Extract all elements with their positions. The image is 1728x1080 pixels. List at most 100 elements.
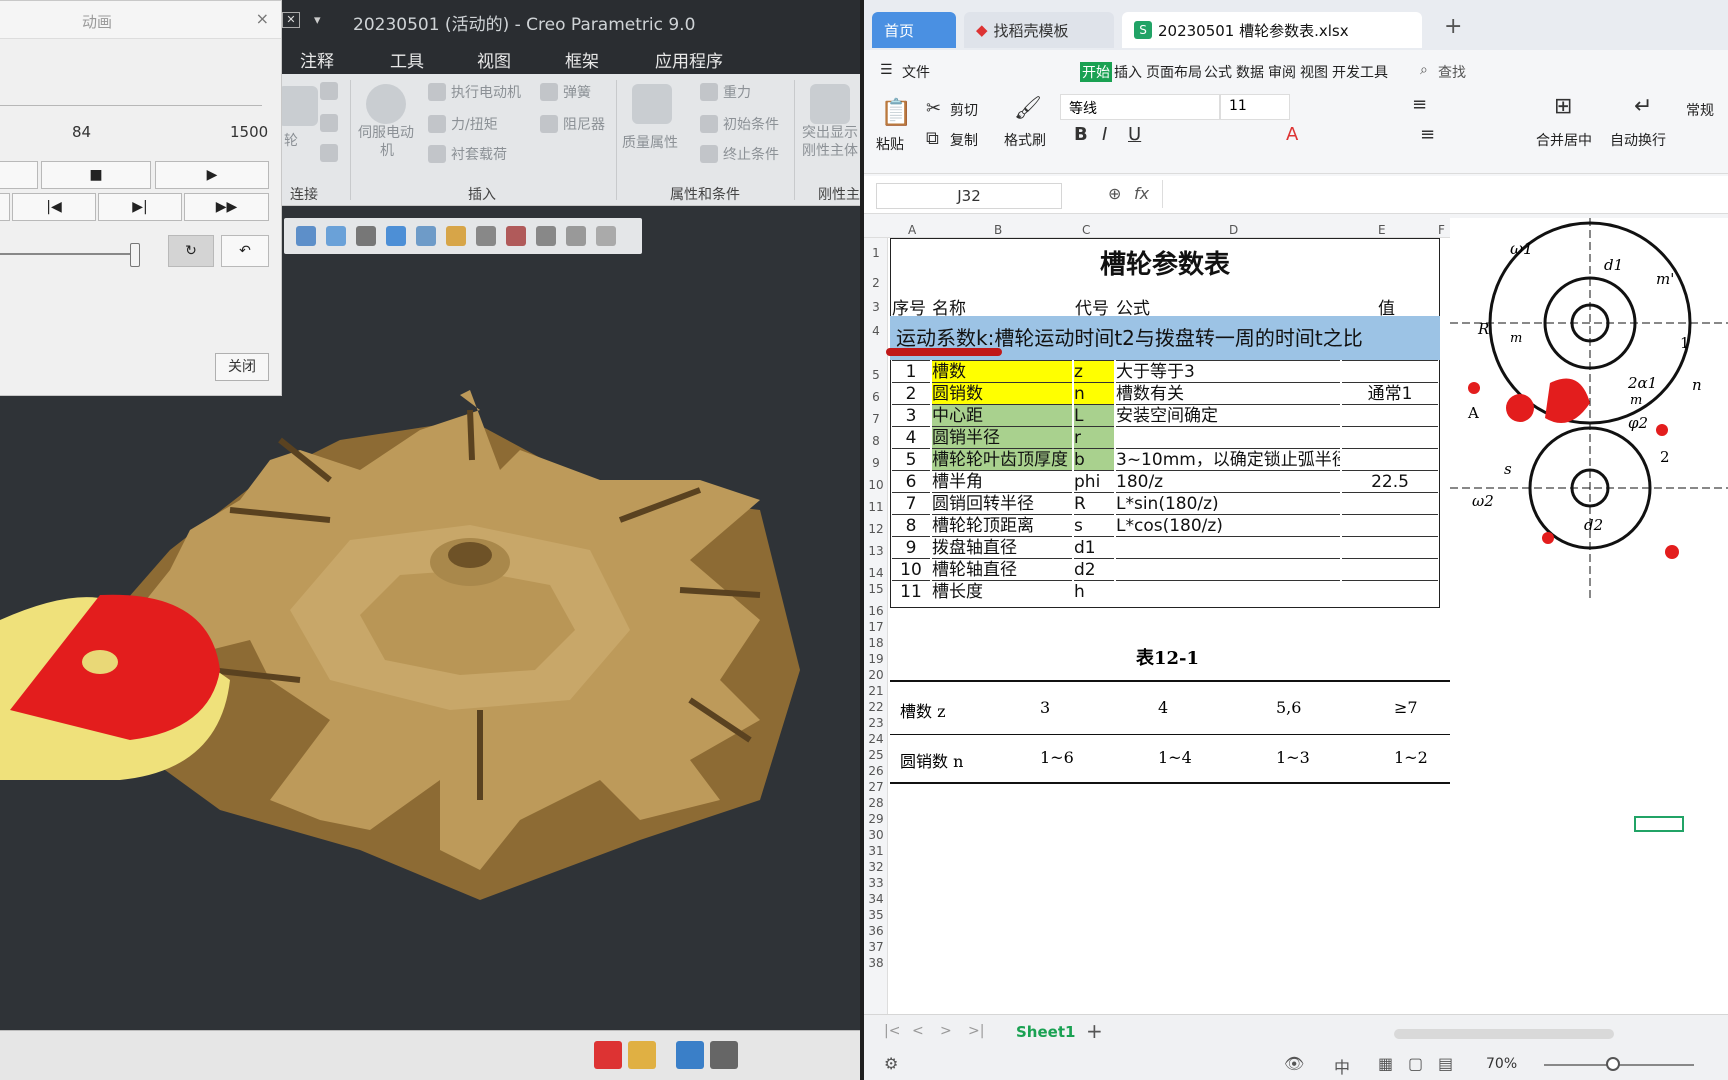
play-button[interactable]: ▶ [155,161,269,189]
cell-name[interactable]: 槽数 [932,360,1072,382]
cell-value[interactable] [1342,448,1438,470]
close-button[interactable]: 关闭 [215,353,269,381]
col-c[interactable]: C [1082,223,1090,237]
align-left-icon[interactable]: ≡ [1420,124,1435,145]
menu-formulas[interactable]: 公式 [1204,62,1232,82]
bold-icon[interactable]: B [1074,124,1088,145]
fx-icon[interactable]: fx [1134,184,1149,203]
cell-name[interactable]: 圆销半径 [932,426,1072,448]
menu-tools[interactable]: 工具 [390,47,424,72]
cell-name[interactable]: 拨盘轴直径 [932,536,1072,558]
font-family-select[interactable]: 等线 [1060,94,1220,120]
search-icon[interactable]: ⌕ [1420,62,1428,78]
zoom-function-icon[interactable]: ⊕ [1108,184,1121,203]
number-format[interactable]: 常规 [1686,100,1714,120]
row-header-16[interactable]: 16 [864,604,888,618]
menu-annotate[interactable]: 注释 [300,47,334,72]
timeline-track[interactable] [0,105,262,106]
row-header-14[interactable]: 14 [864,566,888,580]
cell-formula[interactable] [1116,580,1340,602]
repaint-icon[interactable] [356,226,376,246]
row-header-18[interactable]: 18 [864,636,888,650]
pause-icon[interactable] [566,226,586,246]
warning-icon[interactable] [536,226,556,246]
wrap-text-label[interactable]: 自动换行 [1610,130,1666,150]
font-color-icon[interactable]: A [1286,124,1298,145]
cell-index[interactable]: 8 [892,514,930,536]
copy-icon[interactable]: ⧉ [926,128,939,149]
zoom-level[interactable]: 70% [1486,1056,1517,1072]
error-icon[interactable] [594,1041,622,1069]
row-header-37[interactable]: 37 [864,940,888,954]
row-header-6[interactable]: 6 [864,390,888,404]
ribbon-damper[interactable]: 阻尼器 [540,114,605,134]
cell-index[interactable]: 7 [892,492,930,514]
menu-search[interactable]: 查找 [1438,62,1466,82]
fast-forward-button[interactable]: ▶▶ [184,193,269,221]
cell-formula[interactable]: L*sin(180/z) [1116,492,1340,514]
cell-index[interactable]: 4 [892,426,930,448]
highlight-rigid-label-2[interactable]: 刚性主体 [802,140,858,160]
col-b[interactable]: B [994,223,1002,237]
highlight-rigid-label[interactable]: 突出显示 [802,122,858,142]
paste-label[interactable]: 粘贴 [876,134,904,154]
row-header-4[interactable]: 4 [864,324,888,338]
merge-label[interactable]: 合并居中 [1536,130,1592,150]
row-header-10[interactable]: 10 [864,478,888,492]
highlight-rigid-body-icon[interactable] [810,84,850,124]
quick-access-close-icon[interactable]: ✕ [282,12,300,28]
drop-icon[interactable] [320,82,338,100]
menu-page-layout[interactable]: 页面布局 [1146,62,1202,82]
stop-button[interactable]: ■ [41,161,151,189]
row-header-12[interactable]: 12 [864,522,888,536]
col-f[interactable]: F [1438,223,1445,237]
row-header-31[interactable]: 31 [864,844,888,858]
new-tab-icon[interactable]: + [1444,14,1462,39]
cell-value[interactable] [1342,536,1438,558]
cell-symbol[interactable]: phi [1074,470,1114,492]
menu-hamburger-icon[interactable]: ☰ [880,62,893,78]
row-header-3[interactable]: 3 [864,300,888,314]
cell-formula[interactable] [1116,426,1340,448]
cell-name[interactable]: 圆销数 [932,382,1072,404]
cell-name[interactable]: 槽长度 [932,580,1072,602]
cell-symbol[interactable]: d1 [1074,536,1114,558]
reference-table-image[interactable]: 表12-1 槽数 z 圆销数 n 3 4 5,6 ≥7 1~6 1~4 1~3 1~2 [890,644,1450,784]
row-header-22[interactable]: 22 [864,700,888,714]
underline-icon[interactable]: U [1128,124,1141,145]
tab-home[interactable]: 首页 [872,12,956,48]
cell-symbol[interactable]: r [1074,426,1114,448]
step-forward-button[interactable]: ▶| [98,193,182,221]
page-layout-view-icon[interactable]: ▢ [1408,1054,1423,1073]
menu-view[interactable]: 视图 [1300,62,1328,82]
cell-symbol[interactable]: R [1074,492,1114,514]
ribbon-termination-condition[interactable]: 终止条件 [700,144,779,164]
cell-value[interactable] [1342,558,1438,580]
joint-icon[interactable] [320,114,338,132]
step-back-button[interactable]: |◀ [12,193,96,221]
cell-index[interactable]: 2 [892,382,930,404]
normal-view-icon[interactable]: ▦ [1378,1054,1393,1073]
cell-formula[interactable] [1116,558,1340,580]
drag-components-icon[interactable] [506,226,526,246]
align-center-icon[interactable]: ≡ [1412,94,1427,115]
active-cell-j32[interactable] [1634,816,1684,832]
repeat-button[interactable]: ↻ [168,235,214,267]
language-icon[interactable]: 中 [1334,1054,1350,1078]
next-sheet-icon[interactable]: > [940,1023,952,1039]
cell-symbol[interactable]: b [1074,448,1114,470]
cell-symbol[interactable]: d2 [1074,558,1114,580]
merge-icon[interactable]: ⊞ [1554,94,1572,119]
tab-template[interactable]: ◆ 找稻壳模板 [964,12,1114,48]
row-header-38[interactable]: 38 [864,956,888,970]
row-header-36[interactable]: 36 [864,924,888,938]
saved-views-icon[interactable] [416,226,436,246]
row-header-8[interactable]: 8 [864,434,888,448]
reverse-button[interactable] [0,161,38,189]
row-header-32[interactable]: 32 [864,860,888,874]
servo-motor-label-2[interactable]: 机 [380,140,394,160]
add-sheet-icon[interactable]: + [1086,1019,1103,1043]
menu-insert[interactable]: 插入 [1114,62,1142,82]
refit-icon[interactable] [296,226,316,246]
menu-frame[interactable]: 框架 [565,47,599,72]
